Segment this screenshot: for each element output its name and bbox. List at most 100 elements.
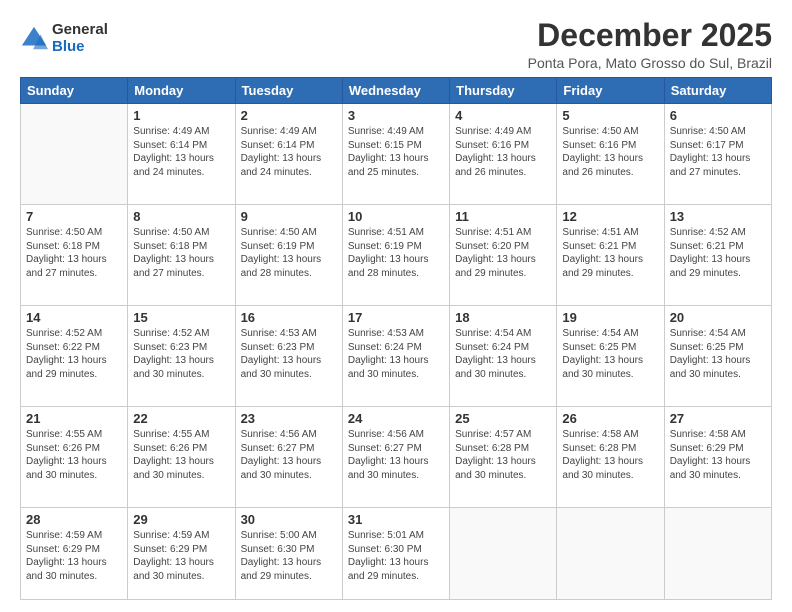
day-number: 26 [562,411,658,426]
day-number: 24 [348,411,444,426]
calendar-cell: 10 Sunrise: 4:51 AMSunset: 6:19 PMDayligh… [342,205,449,306]
calendar-cell: 3 Sunrise: 4:49 AMSunset: 6:15 PMDaylight… [342,104,449,205]
calendar-cell: 16 Sunrise: 4:53 AMSunset: 6:23 PMDayligh… [235,306,342,407]
day-info: Sunrise: 4:55 AMSunset: 6:26 PMDaylight:… [133,428,229,482]
title-block: December 2025 Ponta Pora, Mato Grosso do… [528,18,772,71]
day-number: 21 [26,411,122,426]
calendar-cell: 1 Sunrise: 4:49 AMSunset: 6:14 PMDaylight… [128,104,235,205]
calendar-cell: 13 Sunrise: 4:52 AMSunset: 6:21 PMDayligh… [664,205,771,306]
day-info: Sunrise: 4:49 AMSunset: 6:14 PMDaylight:… [241,125,337,179]
day-number: 19 [562,310,658,325]
day-info: Sunrise: 4:52 AMSunset: 6:23 PMDaylight:… [133,327,229,381]
header-thursday: Thursday [450,78,557,104]
day-info: Sunrise: 4:49 AMSunset: 6:16 PMDaylight:… [455,125,551,179]
day-number: 20 [670,310,766,325]
calendar-cell: 15 Sunrise: 4:52 AMSunset: 6:23 PMDayligh… [128,306,235,407]
calendar-cell: 28 Sunrise: 4:59 AMSunset: 6:29 PMDayligh… [21,508,128,600]
day-info: Sunrise: 4:54 AMSunset: 6:24 PMDaylight:… [455,327,551,381]
day-info: Sunrise: 4:59 AMSunset: 6:29 PMDaylight:… [26,529,122,583]
header-tuesday: Tuesday [235,78,342,104]
day-info: Sunrise: 4:50 AMSunset: 6:18 PMDaylight:… [133,226,229,280]
calendar-cell: 29 Sunrise: 4:59 AMSunset: 6:29 PMDayligh… [128,508,235,600]
day-number: 7 [26,209,122,224]
calendar-cell: 19 Sunrise: 4:54 AMSunset: 6:25 PMDayligh… [557,306,664,407]
day-number: 16 [241,310,337,325]
day-number: 15 [133,310,229,325]
logo-blue-label: Blue [52,39,108,56]
day-number: 8 [133,209,229,224]
day-info: Sunrise: 4:58 AMSunset: 6:29 PMDaylight:… [670,428,766,482]
header-monday: Monday [128,78,235,104]
calendar-week-3: 14 Sunrise: 4:52 AMSunset: 6:22 PMDayligh… [21,306,772,407]
calendar-cell: 2 Sunrise: 4:49 AMSunset: 6:14 PMDaylight… [235,104,342,205]
logo-general-label: General [52,22,108,39]
calendar-cell: 17 Sunrise: 4:53 AMSunset: 6:24 PMDayligh… [342,306,449,407]
day-number: 29 [133,512,229,527]
calendar-cell: 8 Sunrise: 4:50 AMSunset: 6:18 PMDaylight… [128,205,235,306]
calendar-cell: 5Sunrise: 4:50 AMSunset: 6:16 PMDaylight… [557,104,664,205]
page: General Blue December 2025 Ponta Pora, M… [0,0,792,612]
logo-icon [20,25,48,53]
day-info: Sunrise: 4:49 AMSunset: 6:14 PMDaylight:… [133,125,229,179]
day-number: 6 [670,108,766,123]
header-saturday: Saturday [664,78,771,104]
day-info: Sunrise: 4:51 AMSunset: 6:20 PMDaylight:… [455,226,551,280]
calendar-week-5: 28 Sunrise: 4:59 AMSunset: 6:29 PMDayligh… [21,508,772,600]
calendar-week-2: 7 Sunrise: 4:50 AMSunset: 6:18 PMDaylight… [21,205,772,306]
day-info: Sunrise: 4:50 AMSunset: 6:18 PMDaylight:… [26,226,122,280]
day-number: 13 [670,209,766,224]
calendar-cell [21,104,128,205]
day-info: Sunrise: 4:53 AMSunset: 6:23 PMDaylight:… [241,327,337,381]
day-number: 14 [26,310,122,325]
day-number: 3 [348,108,444,123]
day-number: 27 [670,411,766,426]
day-number: 17 [348,310,444,325]
month-title: December 2025 [528,18,772,53]
header-wednesday: Wednesday [342,78,449,104]
day-info: Sunrise: 4:57 AMSunset: 6:28 PMDaylight:… [455,428,551,482]
day-info: Sunrise: 4:52 AMSunset: 6:22 PMDaylight:… [26,327,122,381]
day-number: 1 [133,108,229,123]
calendar-cell: 7 Sunrise: 4:50 AMSunset: 6:18 PMDaylight… [21,205,128,306]
day-info: Sunrise: 4:55 AMSunset: 6:26 PMDaylight:… [26,428,122,482]
day-info: Sunrise: 5:01 AMSunset: 6:30 PMDaylight:… [348,529,444,583]
day-info: Sunrise: 4:56 AMSunset: 6:27 PMDaylight:… [348,428,444,482]
calendar-cell: 22Sunrise: 4:55 AMSunset: 6:26 PMDayligh… [128,407,235,508]
day-info: Sunrise: 4:54 AMSunset: 6:25 PMDaylight:… [562,327,658,381]
header-sunday: Sunday [21,78,128,104]
day-number: 5 [562,108,658,123]
calendar-cell: 9 Sunrise: 4:50 AMSunset: 6:19 PMDaylight… [235,205,342,306]
day-info: Sunrise: 4:50 AMSunset: 6:19 PMDaylight:… [241,226,337,280]
day-info: Sunrise: 4:56 AMSunset: 6:27 PMDaylight:… [241,428,337,482]
calendar-cell [664,508,771,600]
day-info: Sunrise: 4:52 AMSunset: 6:21 PMDaylight:… [670,226,766,280]
calendar-cell [557,508,664,600]
calendar-week-4: 21 Sunrise: 4:55 AMSunset: 6:26 PMDayligh… [21,407,772,508]
day-number: 2 [241,108,337,123]
logo: General Blue [20,22,108,55]
day-number: 9 [241,209,337,224]
day-number: 28 [26,512,122,527]
calendar-header-row: SundayMondayTuesdayWednesdayThursdayFrid… [21,78,772,104]
day-info: Sunrise: 4:59 AMSunset: 6:29 PMDaylight:… [133,529,229,583]
day-number: 10 [348,209,444,224]
calendar-cell: 20 Sunrise: 4:54 AMSunset: 6:25 PMDayligh… [664,306,771,407]
calendar-cell: 18 Sunrise: 4:54 AMSunset: 6:24 PMDayligh… [450,306,557,407]
day-info: Sunrise: 4:53 AMSunset: 6:24 PMDaylight:… [348,327,444,381]
calendar-cell: 25Sunrise: 4:57 AMSunset: 6:28 PMDayligh… [450,407,557,508]
location: Ponta Pora, Mato Grosso do Sul, Brazil [528,55,772,71]
day-info: Sunrise: 4:58 AMSunset: 6:28 PMDaylight:… [562,428,658,482]
calendar-cell: 30Sunrise: 5:00 AMSunset: 6:30 PMDayligh… [235,508,342,600]
day-info: Sunrise: 4:49 AMSunset: 6:15 PMDaylight:… [348,125,444,179]
day-info: Sunrise: 4:54 AMSunset: 6:25 PMDaylight:… [670,327,766,381]
day-number: 31 [348,512,444,527]
day-number: 30 [241,512,337,527]
calendar-cell: 4Sunrise: 4:49 AMSunset: 6:16 PMDaylight… [450,104,557,205]
calendar-cell: 27 Sunrise: 4:58 AMSunset: 6:29 PMDayligh… [664,407,771,508]
day-info: Sunrise: 4:51 AMSunset: 6:19 PMDaylight:… [348,226,444,280]
calendar-cell: 6 Sunrise: 4:50 AMSunset: 6:17 PMDaylight… [664,104,771,205]
day-info: Sunrise: 4:50 AMSunset: 6:17 PMDaylight:… [670,125,766,179]
day-number: 12 [562,209,658,224]
calendar-cell: 12Sunrise: 4:51 AMSunset: 6:21 PMDayligh… [557,205,664,306]
day-number: 18 [455,310,551,325]
